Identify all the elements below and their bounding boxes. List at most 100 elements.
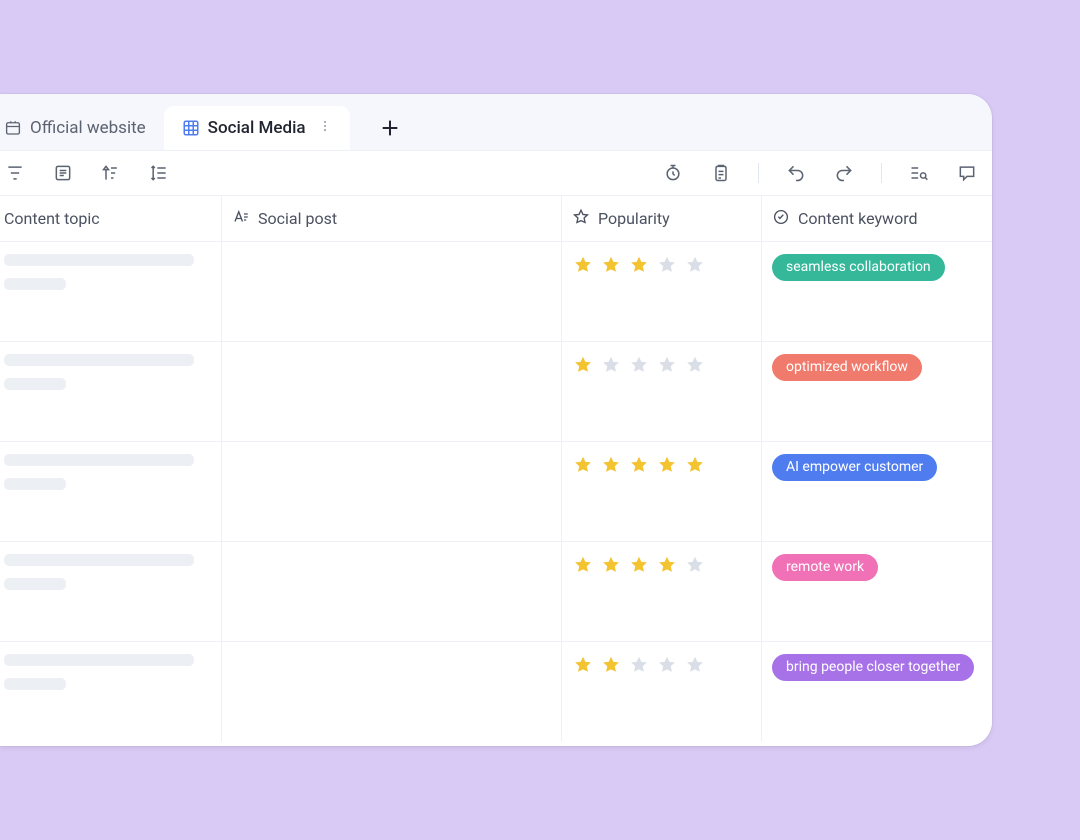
cell-content-topic[interactable]	[0, 542, 222, 641]
tab-label: Official website	[30, 118, 146, 138]
app-window: Official website Social Media	[0, 94, 992, 746]
star-filled-icon[interactable]	[628, 254, 650, 280]
add-tab-button[interactable]	[368, 106, 412, 150]
list-icon[interactable]	[52, 162, 74, 184]
cell-content-keyword[interactable]: remote work	[762, 542, 992, 641]
placeholder-line	[4, 578, 66, 590]
star-rating[interactable]	[572, 654, 751, 680]
text-format-icon	[232, 208, 250, 230]
keyword-tag[interactable]: AI empower customer	[772, 454, 937, 481]
cell-social-post[interactable]	[222, 542, 562, 641]
cell-content-keyword[interactable]: seamless collaboration	[762, 242, 992, 341]
star-filled-icon[interactable]	[656, 554, 678, 580]
cell-popularity[interactable]	[562, 342, 762, 441]
column-header-popularity[interactable]: Popularity	[562, 196, 762, 241]
star-filled-icon[interactable]	[572, 554, 594, 580]
calendar-icon	[4, 119, 22, 137]
star-filled-icon[interactable]	[572, 354, 594, 380]
tabs-bar: Official website Social Media	[0, 94, 992, 150]
undo-icon[interactable]	[785, 162, 807, 184]
keyword-tag[interactable]: optimized workflow	[772, 354, 922, 381]
clipboard-icon[interactable]	[710, 162, 732, 184]
search-record-icon[interactable]	[908, 162, 930, 184]
star-filled-icon[interactable]	[656, 454, 678, 480]
star-empty-icon[interactable]	[684, 554, 706, 580]
table-row[interactable]: AI empower customer	[0, 442, 992, 542]
column-header-social-post[interactable]: Social post	[222, 196, 562, 241]
cell-popularity[interactable]	[562, 442, 762, 541]
star-empty-icon[interactable]	[656, 354, 678, 380]
star-empty-icon[interactable]	[628, 654, 650, 680]
column-label: Social post	[258, 209, 337, 228]
cell-social-post[interactable]	[222, 442, 562, 541]
star-filled-icon[interactable]	[600, 554, 622, 580]
column-header-content-topic[interactable]: Content topic	[0, 196, 222, 241]
star-filled-icon[interactable]	[600, 254, 622, 280]
separator	[881, 163, 882, 183]
star-rating[interactable]	[572, 454, 751, 480]
cell-content-keyword[interactable]: AI empower customer	[762, 442, 992, 541]
cell-content-topic[interactable]	[0, 342, 222, 441]
star-empty-icon[interactable]	[600, 354, 622, 380]
keyword-tag[interactable]: seamless collaboration	[772, 254, 945, 281]
star-rating[interactable]	[572, 254, 751, 280]
placeholder-line	[4, 378, 66, 390]
table-row[interactable]: remote work	[0, 542, 992, 642]
placeholder-line	[4, 678, 66, 690]
cell-social-post[interactable]	[222, 342, 562, 441]
cell-content-topic[interactable]	[0, 642, 222, 742]
table-row[interactable]: seamless collaboration	[0, 242, 992, 342]
cell-social-post[interactable]	[222, 642, 562, 742]
tab-official-website[interactable]: Official website	[0, 106, 164, 150]
star-filled-icon[interactable]	[600, 654, 622, 680]
table-header: Content topic Social post Popularity Con…	[0, 196, 992, 242]
cell-popularity[interactable]	[562, 642, 762, 742]
star-rating[interactable]	[572, 554, 751, 580]
keyword-tag[interactable]: bring people closer together	[772, 654, 974, 681]
sort-az-icon[interactable]	[100, 162, 122, 184]
star-filled-icon[interactable]	[572, 454, 594, 480]
star-filled-icon[interactable]	[628, 454, 650, 480]
star-empty-icon[interactable]	[684, 254, 706, 280]
row-height-icon[interactable]	[148, 162, 170, 184]
column-label: Content topic	[4, 209, 100, 228]
star-filled-icon[interactable]	[628, 554, 650, 580]
star-filled-icon[interactable]	[600, 454, 622, 480]
comment-icon[interactable]	[956, 162, 978, 184]
star-rating[interactable]	[572, 354, 751, 380]
column-header-content-keyword[interactable]: Content keyword	[762, 196, 992, 241]
tab-label: Social Media	[208, 118, 306, 138]
cell-content-topic[interactable]	[0, 242, 222, 341]
star-empty-icon[interactable]	[628, 354, 650, 380]
star-empty-icon[interactable]	[656, 254, 678, 280]
cell-content-topic[interactable]	[0, 442, 222, 541]
toolbar	[0, 150, 992, 196]
table-row[interactable]: optimized workflow	[0, 342, 992, 442]
star-empty-icon[interactable]	[656, 654, 678, 680]
table-body: seamless collaboration optimized workflow…	[0, 242, 992, 746]
cell-popularity[interactable]	[562, 542, 762, 641]
placeholder-line	[4, 278, 66, 290]
grid-icon	[182, 119, 200, 137]
tab-menu-icon[interactable]	[318, 117, 332, 140]
cell-content-keyword[interactable]: optimized workflow	[762, 342, 992, 441]
table-row[interactable]: bring people closer together	[0, 642, 992, 742]
check-circle-icon	[772, 208, 790, 230]
star-filled-icon[interactable]	[572, 654, 594, 680]
redo-icon[interactable]	[833, 162, 855, 184]
cell-social-post[interactable]	[222, 242, 562, 341]
star-empty-icon[interactable]	[684, 354, 706, 380]
cell-popularity[interactable]	[562, 242, 762, 341]
column-label: Content keyword	[798, 209, 917, 228]
tab-social-media[interactable]: Social Media	[164, 106, 350, 150]
star-filled-icon[interactable]	[684, 454, 706, 480]
separator	[758, 163, 759, 183]
star-filled-icon[interactable]	[572, 254, 594, 280]
clock-icon[interactable]	[662, 162, 684, 184]
star-empty-icon[interactable]	[684, 654, 706, 680]
placeholder-line	[4, 654, 194, 666]
keyword-tag[interactable]: remote work	[772, 554, 878, 581]
cell-content-keyword[interactable]: bring people closer together	[762, 642, 992, 742]
filter-icon[interactable]	[4, 162, 26, 184]
column-label: Popularity	[598, 209, 670, 228]
